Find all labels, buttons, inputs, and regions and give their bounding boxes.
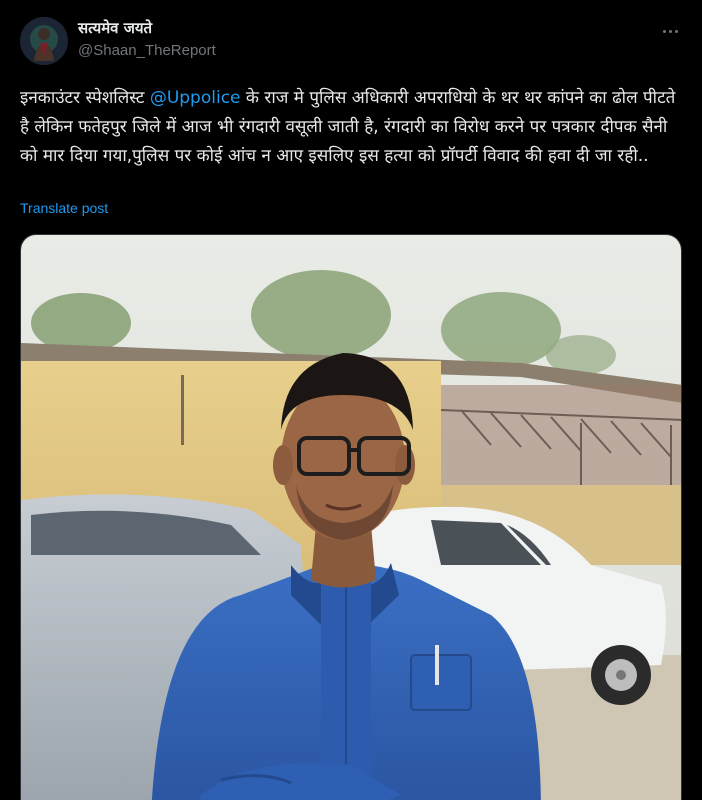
display-name[interactable]: सत्यमेव जयते (78, 18, 216, 38)
dot (674, 29, 678, 33)
author-info: सत्यमेव जयते @Shaan_TheReport (78, 18, 216, 62)
mention-link[interactable]: @Uppolice (150, 88, 241, 108)
photo-illustration (21, 235, 681, 800)
dot (662, 29, 666, 33)
tweet-text-before: इनकाउंटर स्पेशलिस्ट (20, 88, 150, 108)
handle[interactable]: @Shaan_TheReport (78, 40, 216, 62)
more-dots-icon[interactable] (658, 21, 682, 41)
translate-post-link[interactable]: Translate post (20, 200, 108, 216)
tweet-photo[interactable] (20, 234, 682, 800)
dot (668, 29, 672, 33)
tweet-header: सत्यमेव जयते @Shaan_TheReport (20, 15, 682, 69)
avatar[interactable] (20, 17, 68, 65)
tweet-text: इनकाउंटर स्पेशलिस्ट @Uppolice के राज मे … (20, 84, 682, 171)
